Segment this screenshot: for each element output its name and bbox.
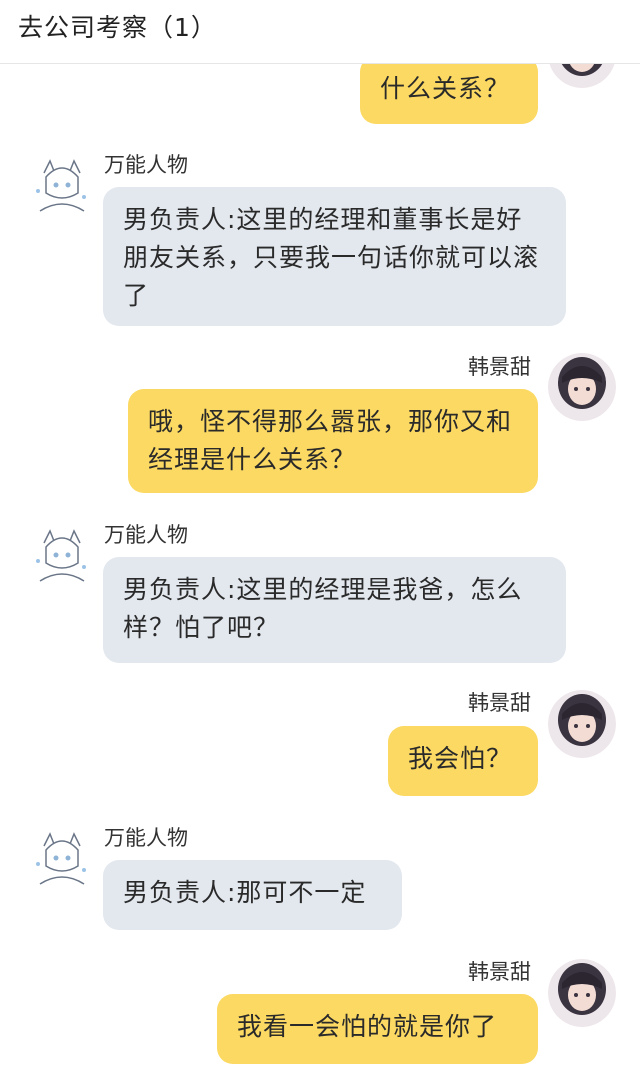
my-avatar-icon[interactable] xyxy=(548,353,616,421)
message-bubble-me[interactable]: 我看一会怕的就是你了 xyxy=(217,994,538,1064)
sender-name: 万能人物 xyxy=(104,523,188,547)
message-bubble-me[interactable]: 哦，怪不得那么嚣张，那你又和经理是什么关系？ xyxy=(128,389,538,493)
other-avatar-icon[interactable] xyxy=(28,523,96,591)
chat-header: 去公司考察（1） xyxy=(0,0,640,64)
message-list[interactable]: 什么关系？ 万能人物 男负责人:这里的经理和董事长是好朋友关系，只要我一句话你就… xyxy=(0,64,640,1081)
my-avatar-icon[interactable] xyxy=(548,64,616,88)
message-bubble-me[interactable]: 我会怕？ xyxy=(388,726,538,796)
sender-name: 万能人物 xyxy=(104,153,188,177)
sender-name: 万能人物 xyxy=(104,826,188,850)
other-avatar-icon[interactable] xyxy=(28,826,96,894)
message-bubble-other[interactable]: 男负责人:那可不一定 xyxy=(103,860,402,930)
message-bubble-me[interactable]: 什么关系？ xyxy=(360,64,538,124)
my-avatar-icon[interactable] xyxy=(548,959,616,1027)
other-avatar-icon[interactable] xyxy=(28,153,96,221)
chat-title: 去公司考察（1） xyxy=(18,13,217,42)
sender-name: 韩景甜 xyxy=(468,691,531,715)
my-avatar-icon[interactable] xyxy=(548,690,616,758)
message-bubble-other[interactable]: 男负责人:这里的经理是我爸，怎么样？怕了吧？ xyxy=(103,557,566,663)
message-bubble-other[interactable]: 男负责人:这里的经理和董事长是好朋友关系，只要我一句话你就可以滚了 xyxy=(103,187,566,326)
sender-name: 韩景甜 xyxy=(468,960,531,984)
sender-name: 韩景甜 xyxy=(468,355,531,379)
